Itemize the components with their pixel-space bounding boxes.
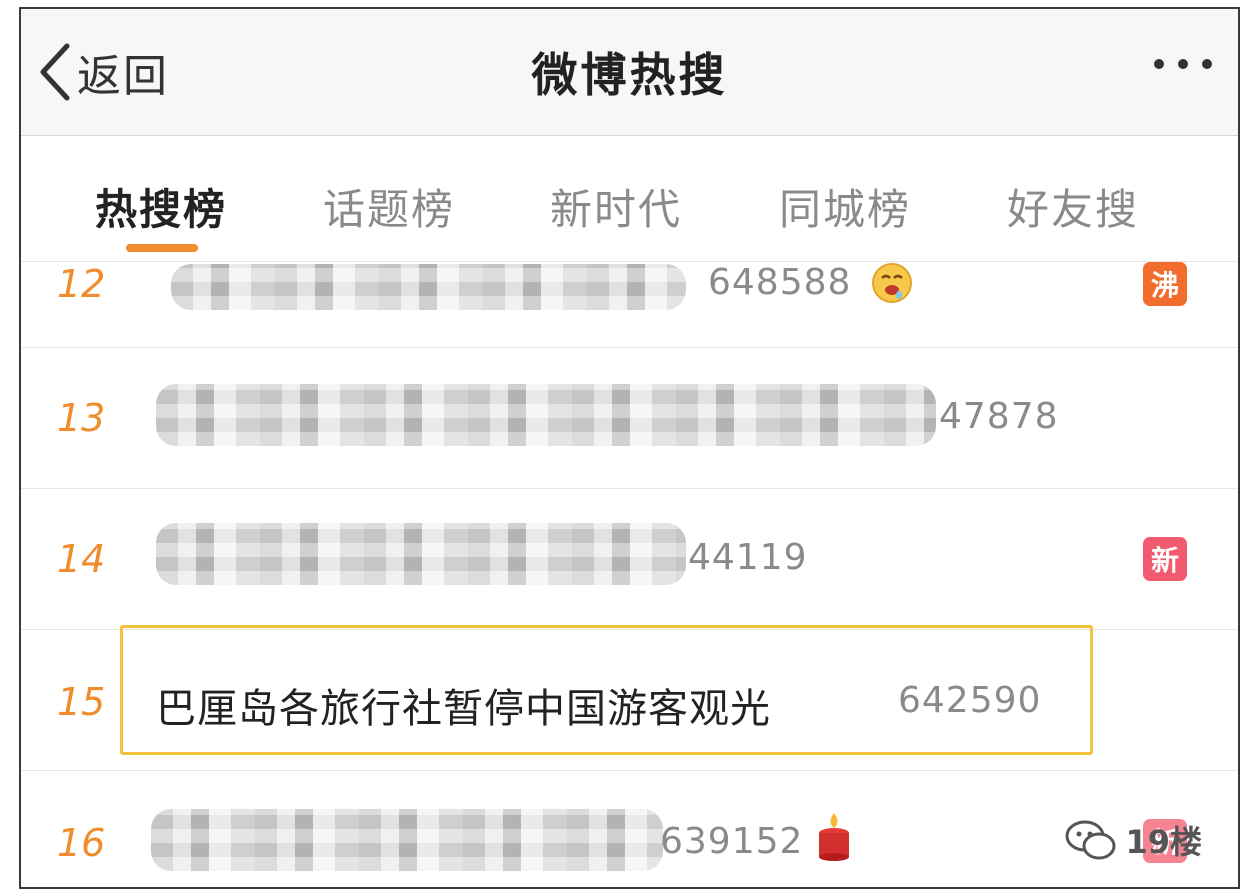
blurred-title (171, 264, 686, 310)
app-window: 返回 微博热搜 热搜榜 话题榜 新时代 同城榜 好友搜 12 648588 沸 (19, 7, 1240, 889)
watermark-text: 19楼 (1125, 823, 1202, 861)
more-options-icon[interactable] (1154, 59, 1212, 69)
rank-number: 15 (57, 680, 106, 724)
tab-hot-search[interactable]: 热搜榜 (95, 176, 227, 237)
active-tab-indicator (126, 244, 198, 252)
wechat-icon (1065, 820, 1116, 860)
blurred-title (156, 523, 686, 585)
tab-local[interactable]: 同城榜 (779, 176, 911, 237)
heat-count: 639152 (660, 821, 804, 862)
tab-bar: 热搜榜 话题榜 新时代 同城榜 好友搜 (21, 136, 1238, 262)
boil-badge: 沸 (1143, 262, 1187, 306)
heat-count: 47878 (939, 396, 1059, 437)
tab-new-era[interactable]: 新时代 (550, 176, 682, 237)
rank-number: 12 (57, 262, 106, 306)
tab-friends-search[interactable]: 好友搜 (1007, 176, 1139, 237)
rank-number: 13 (57, 396, 106, 440)
list-item[interactable]: 13 47878 (21, 348, 1238, 489)
rank-number: 16 (57, 821, 106, 865)
heat-count: 648588 (708, 262, 852, 303)
candle-icon (819, 813, 849, 861)
page-title: 微博热搜 (531, 48, 728, 102)
blurred-title (151, 809, 663, 871)
drooling-face-icon (872, 263, 912, 303)
new-badge: 新 (1143, 537, 1187, 581)
more-dot (1202, 59, 1212, 69)
more-dot (1154, 59, 1164, 69)
watermark: 19楼 (1065, 817, 1202, 863)
more-dot (1178, 59, 1188, 69)
heat-count: 44119 (688, 537, 808, 578)
navigation-bar: 返回 微博热搜 (21, 9, 1238, 136)
list-item[interactable]: 14 44119 新 (21, 489, 1238, 630)
list-item[interactable]: 16 639152 新 (21, 771, 1238, 887)
blurred-title (156, 384, 936, 446)
highlight-box (120, 625, 1093, 755)
list-item[interactable]: 12 648588 沸 (21, 262, 1238, 348)
rank-number: 14 (57, 537, 106, 581)
tab-topics[interactable]: 话题榜 (323, 176, 455, 237)
